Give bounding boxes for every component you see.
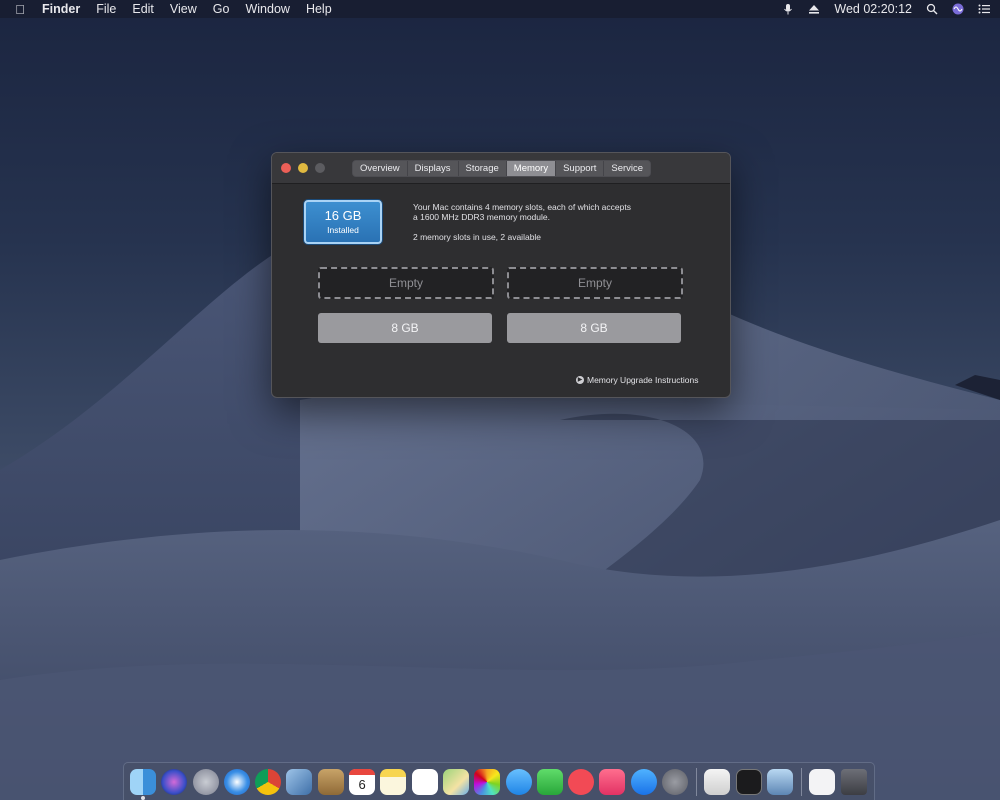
siri-icon[interactable] xyxy=(952,3,964,15)
spotlight-search-icon[interactable] xyxy=(926,3,938,15)
chrome-icon[interactable] xyxy=(255,768,282,795)
window-titlebar[interactable]: Overview Displays Storage Memory Support… xyxy=(272,153,730,184)
description-line-2: a 1600 MHz DDR3 memory module. xyxy=(413,212,550,222)
menu-file[interactable]: File xyxy=(88,0,124,18)
messages-icon[interactable] xyxy=(505,768,532,795)
tab-storage[interactable]: Storage xyxy=(458,161,507,176)
finder-icon[interactable] xyxy=(130,768,156,800)
installed-memory-badge: 16 GB Installed xyxy=(304,200,382,244)
memory-upgrade-link[interactable]: ▶ Memory Upgrade Instructions xyxy=(576,375,699,385)
minimize-button[interactable] xyxy=(298,163,308,173)
reminders-icon[interactable] xyxy=(411,768,438,795)
menu-go[interactable]: Go xyxy=(205,0,238,18)
notes-icon[interactable] xyxy=(380,768,407,795)
preview-icon[interactable] xyxy=(286,768,313,795)
description-line-1: Your Mac contains 4 memory slots, each o… xyxy=(413,202,631,212)
launchpad-icon[interactable] xyxy=(192,768,219,795)
siri-icon[interactable] xyxy=(161,768,188,795)
memory-slot-1: Empty xyxy=(318,267,494,299)
memory-description: Your Mac contains 4 memory slots, each o… xyxy=(413,202,683,252)
tab-memory[interactable]: Memory xyxy=(506,161,557,176)
close-button[interactable] xyxy=(281,163,291,173)
tab-support[interactable]: Support xyxy=(556,161,605,176)
installed-memory-size: 16 GB xyxy=(324,208,362,223)
calendar-icon[interactable]: 6 xyxy=(349,768,376,795)
zoom-button xyxy=(315,163,325,173)
arrow-circle-icon: ▶ xyxy=(576,376,584,384)
tab-displays[interactable]: Displays xyxy=(407,161,459,176)
menu-clock[interactable]: Wed 02:20:12 xyxy=(834,2,912,16)
menu-view[interactable]: View xyxy=(162,0,205,18)
music-icon[interactable] xyxy=(599,768,626,795)
memory-upgrade-link-text[interactable]: Memory Upgrade Instructions xyxy=(587,375,699,385)
memory-panel: 16 GB Installed Your Mac contains 4 memo… xyxy=(272,184,730,397)
system-preferences-icon[interactable] xyxy=(662,768,689,795)
microphone-icon[interactable] xyxy=(782,3,794,15)
dock: 6 xyxy=(123,762,875,800)
dock-separator xyxy=(696,767,698,796)
image-capture-icon[interactable] xyxy=(766,768,793,795)
memory-slot-2: Empty xyxy=(507,267,683,299)
textedit-icon[interactable] xyxy=(704,768,731,795)
memory-slot-4: 8 GB xyxy=(507,313,681,343)
dock-separator xyxy=(801,767,803,796)
photos-icon[interactable] xyxy=(474,768,501,795)
menu-help[interactable]: Help xyxy=(298,0,340,18)
document-icon[interactable] xyxy=(809,768,836,795)
about-this-mac-window: Overview Displays Storage Memory Support… xyxy=(271,152,731,398)
maps-icon[interactable] xyxy=(442,768,469,795)
eject-icon[interactable] xyxy=(808,3,820,15)
apple-menu-icon[interactable]:  xyxy=(0,2,40,17)
contacts-icon[interactable] xyxy=(317,768,344,795)
tab-overview[interactable]: Overview xyxy=(353,161,408,176)
facetime-icon[interactable] xyxy=(536,768,563,795)
window-controls xyxy=(281,163,332,173)
notification-center-icon[interactable] xyxy=(978,3,990,15)
menu-window[interactable]: Window xyxy=(237,0,297,18)
running-indicator xyxy=(141,795,145,800)
calendar-day: 6 xyxy=(358,776,366,792)
tab-service[interactable]: Service xyxy=(604,161,651,176)
menu-app-name[interactable]: Finder xyxy=(40,0,88,18)
trash-icon[interactable] xyxy=(840,768,867,795)
tab-bar: Overview Displays Storage Memory Support… xyxy=(352,160,652,177)
safari-icon[interactable] xyxy=(223,768,250,795)
menu-bar:  Finder File Edit View Go Window Help W… xyxy=(0,0,1000,18)
desktop:  Finder File Edit View Go Window Help W… xyxy=(0,0,1000,800)
app-store-icon[interactable] xyxy=(630,768,657,795)
wallpaper xyxy=(0,250,1000,800)
installed-memory-label: Installed xyxy=(327,225,359,235)
news-icon[interactable] xyxy=(568,768,595,795)
menu-edit[interactable]: Edit xyxy=(124,0,162,18)
slot-usage-text: 2 memory slots in use, 2 available xyxy=(413,232,542,242)
terminal-icon[interactable] xyxy=(735,768,762,795)
memory-slot-3: 8 GB xyxy=(318,313,492,343)
